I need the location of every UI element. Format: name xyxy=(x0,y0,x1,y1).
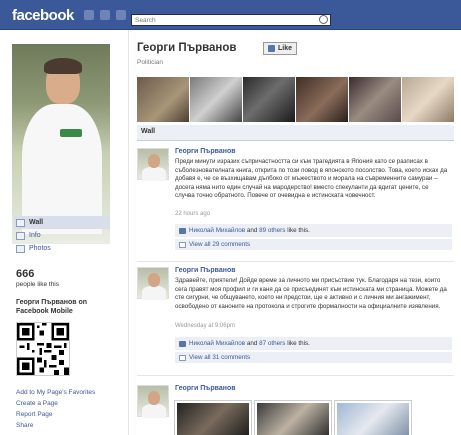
post-timestamp[interactable]: 22 hours ago xyxy=(175,211,210,217)
strip-photo[interactable] xyxy=(296,77,348,122)
likes-and-text: and xyxy=(246,340,258,347)
likes-label: people like this xyxy=(16,281,59,288)
others-link[interactable]: 87 others xyxy=(259,340,285,347)
post-likes: Николай Михайлов and 89 others like this… xyxy=(175,224,452,237)
post-photos xyxy=(174,400,412,435)
avatar-shirt xyxy=(142,404,166,418)
thumbs-up-icon xyxy=(179,227,186,234)
like-button-label: Like xyxy=(278,45,293,52)
thumbs-up-icon xyxy=(179,340,186,347)
sidebar-item-photos[interactable]: Photos xyxy=(16,242,116,255)
create-page-link[interactable]: Create a Page xyxy=(16,398,95,409)
strip-photo[interactable] xyxy=(243,77,295,122)
avatar[interactable] xyxy=(137,267,169,300)
liker-name-link[interactable]: Николай Михайлов xyxy=(189,340,245,347)
notifications-icon[interactable] xyxy=(116,10,126,20)
add-to-favorites-link[interactable]: Add to My Page's Favorites xyxy=(16,387,95,398)
others-link[interactable]: 89 others xyxy=(259,227,285,234)
post-text: Здравейте, приятели! Дойде време за личн… xyxy=(175,277,447,310)
comment-icon xyxy=(179,354,186,361)
wall-post: Георги Първанов Здравейте, приятели! Дой… xyxy=(137,267,454,372)
likes-and-text: and xyxy=(246,227,258,234)
view-comments[interactable]: View all 29 comments xyxy=(175,238,452,250)
shirt-logo xyxy=(60,129,82,137)
post-photo[interactable] xyxy=(334,400,412,435)
like-button[interactable]: Like xyxy=(263,42,298,55)
wall-post: Георги Първанов xyxy=(137,385,454,435)
post-author[interactable]: Георги Първанов xyxy=(175,267,236,274)
post-author[interactable]: Георги Първанов xyxy=(175,385,236,392)
strip-photo[interactable] xyxy=(402,77,454,122)
post-photo[interactable] xyxy=(174,400,252,435)
profile-picture-hair xyxy=(44,58,82,74)
strip-photo[interactable] xyxy=(349,77,401,122)
page-title: Георги Първанов xyxy=(137,42,237,54)
share-link[interactable]: Share xyxy=(16,420,95,431)
mobile-title[interactable]: Георги Първанов on Facebook Mobile xyxy=(16,298,116,316)
sidebar-item-label: Wall xyxy=(29,219,44,226)
sidebar-item-label: Photos xyxy=(29,245,51,252)
avatar-face xyxy=(148,391,160,405)
tab-wall[interactable]: Wall xyxy=(141,128,155,135)
sidebar-nav: Wall Info Photos xyxy=(14,216,116,255)
avatar-shirt xyxy=(142,167,166,181)
photos-icon xyxy=(16,244,25,253)
page-links: Add to My Page's Favorites Create a Page… xyxy=(16,387,95,431)
sidebar-item-wall[interactable]: Wall xyxy=(14,216,110,229)
likes-count[interactable]: 666 xyxy=(16,268,34,280)
qr-code-graphic xyxy=(17,323,69,375)
tab-bar: Wall xyxy=(137,125,454,141)
top-notification-icons xyxy=(84,10,126,20)
strip-photo[interactable] xyxy=(137,77,189,122)
avatar-face xyxy=(148,273,160,287)
view-comments-link[interactable]: View all 29 comments xyxy=(189,241,250,248)
sidebar-item-info[interactable]: Info xyxy=(16,229,116,242)
sidebar-item-label: Info xyxy=(29,232,41,239)
avatar[interactable] xyxy=(137,148,169,181)
post-timestamp[interactable]: Wednesday at 9:06pm xyxy=(175,323,235,329)
search-input[interactable]: Search xyxy=(131,14,331,26)
friend-requests-icon[interactable] xyxy=(84,10,94,20)
profile-picture[interactable] xyxy=(12,44,110,244)
likes-suffix: like this. xyxy=(287,340,310,347)
page-category: Politician xyxy=(137,59,164,66)
qr-code xyxy=(16,322,70,376)
wall-icon xyxy=(16,218,25,227)
view-comments-link[interactable]: View all 31 comments xyxy=(189,354,250,361)
post-author[interactable]: Георги Първанов xyxy=(175,148,236,155)
post-text: Преди минути изразих съпричастността си … xyxy=(175,158,448,200)
search-icon[interactable] xyxy=(319,15,328,24)
liker-name-link[interactable]: Николай Михайлов xyxy=(189,227,245,234)
view-comments[interactable]: View all 31 comments xyxy=(175,351,452,363)
info-icon xyxy=(16,231,25,240)
photo-strip xyxy=(137,77,454,122)
comment-icon xyxy=(179,241,186,248)
main-content: Георги Първанов Like Politician Wall Гео… xyxy=(128,30,461,435)
likes-suffix: like this. xyxy=(287,227,310,234)
wall-post: Георги Първанов Преди минути изразих съп… xyxy=(137,148,454,258)
post-divider xyxy=(137,375,454,376)
post-divider xyxy=(137,261,454,262)
avatar-face xyxy=(148,154,160,168)
top-bar: facebook Search xyxy=(0,0,461,30)
facebook-logo[interactable]: facebook xyxy=(12,7,74,24)
avatar[interactable] xyxy=(137,385,169,418)
report-page-link[interactable]: Report Page xyxy=(16,409,95,420)
post-photo[interactable] xyxy=(254,400,332,435)
thumbs-up-icon xyxy=(268,45,275,52)
messages-icon[interactable] xyxy=(100,10,110,20)
strip-photo[interactable] xyxy=(190,77,242,122)
profile-picture-shirt xyxy=(22,104,102,234)
left-sidebar: Wall Info Photos 666 people like this Ге… xyxy=(0,30,128,435)
avatar-shirt xyxy=(142,286,166,300)
post-likes: Николай Михайлов and 87 others like this… xyxy=(175,337,452,350)
